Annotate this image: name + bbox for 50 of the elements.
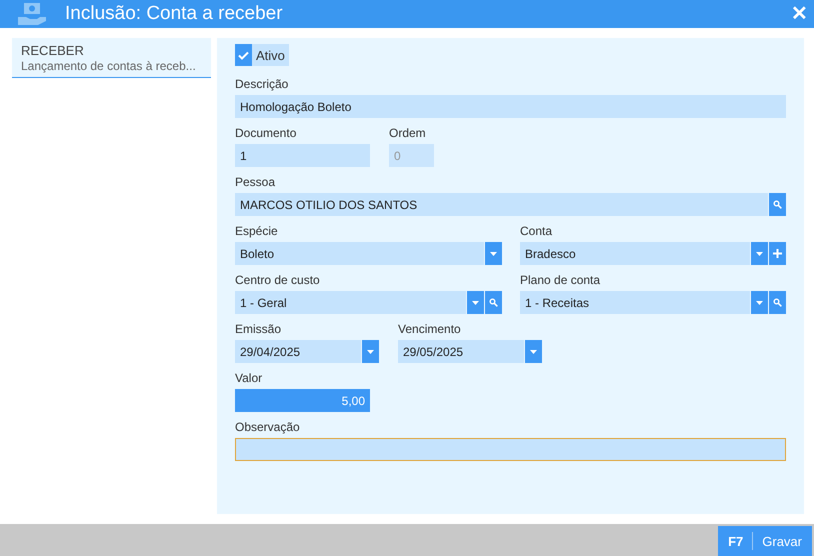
input-field[interactable]: Boleto (235, 242, 484, 265)
money-hand-icon (18, 3, 46, 25)
field-label: Conta (520, 223, 554, 239)
check-icon (238, 50, 249, 60)
search-button[interactable] (769, 193, 786, 216)
field-label: Plano de conta (520, 272, 602, 288)
input-field[interactable]: 1 - Geral (235, 291, 466, 314)
add-button[interactable] (769, 242, 786, 265)
window-title: Inclusão: Conta a receber (65, 3, 284, 25)
input-field[interactable]: 1 (235, 144, 370, 167)
caret-icon (530, 350, 537, 354)
field-label: Documento (235, 125, 298, 141)
search-icon (489, 298, 498, 307)
search-button[interactable] (485, 291, 502, 314)
field-label: Descrição (235, 76, 290, 92)
item-subtitle: Lançamento de contas à receb... (21, 59, 197, 73)
input-field[interactable]: 29/05/2025 (398, 340, 524, 363)
caret-icon (472, 300, 479, 304)
input-field[interactable]: 1 - Receitas (520, 291, 750, 314)
dropdown-button[interactable] (485, 242, 502, 265)
dropdown-button[interactable] (751, 291, 768, 314)
field-label: Valor (235, 370, 264, 386)
caret-icon (756, 252, 763, 256)
input-field[interactable]: 29/04/2025 (235, 340, 361, 363)
field-label: Espécie (235, 223, 279, 239)
field-label: Vencimento (398, 321, 462, 337)
caret-icon (756, 300, 763, 304)
input-field[interactable] (235, 438, 786, 461)
dropdown-button[interactable] (525, 340, 542, 363)
sidebar-item[interactable]: RECEBER Lançamento de contas à receb... (12, 38, 211, 78)
input-field[interactable]: Homologação Boleto (235, 95, 786, 118)
dropdown-button[interactable] (362, 340, 379, 363)
field-label: Emissão (235, 321, 282, 337)
input-field[interactable]: MARCOS OTILIO DOS SANTOS (235, 193, 768, 216)
field-label: Pessoa (235, 174, 276, 190)
dropdown-button[interactable] (751, 242, 768, 265)
search-icon (773, 298, 782, 307)
search-icon (773, 200, 782, 209)
field-label: Observação (235, 419, 301, 435)
checkbox-label: Ativo (256, 48, 285, 62)
field-label: Centro de custo (235, 272, 321, 288)
field-label: Ordem (389, 125, 427, 141)
item-title: RECEBER (21, 43, 85, 58)
checkbox[interactable] (235, 44, 252, 66)
caret-icon (367, 350, 374, 354)
search-button[interactable] (769, 291, 786, 314)
dropdown-button[interactable] (467, 291, 484, 314)
caret-icon (490, 252, 497, 256)
input-field[interactable]: Bradesco (520, 242, 750, 265)
plus-icon (773, 249, 782, 258)
